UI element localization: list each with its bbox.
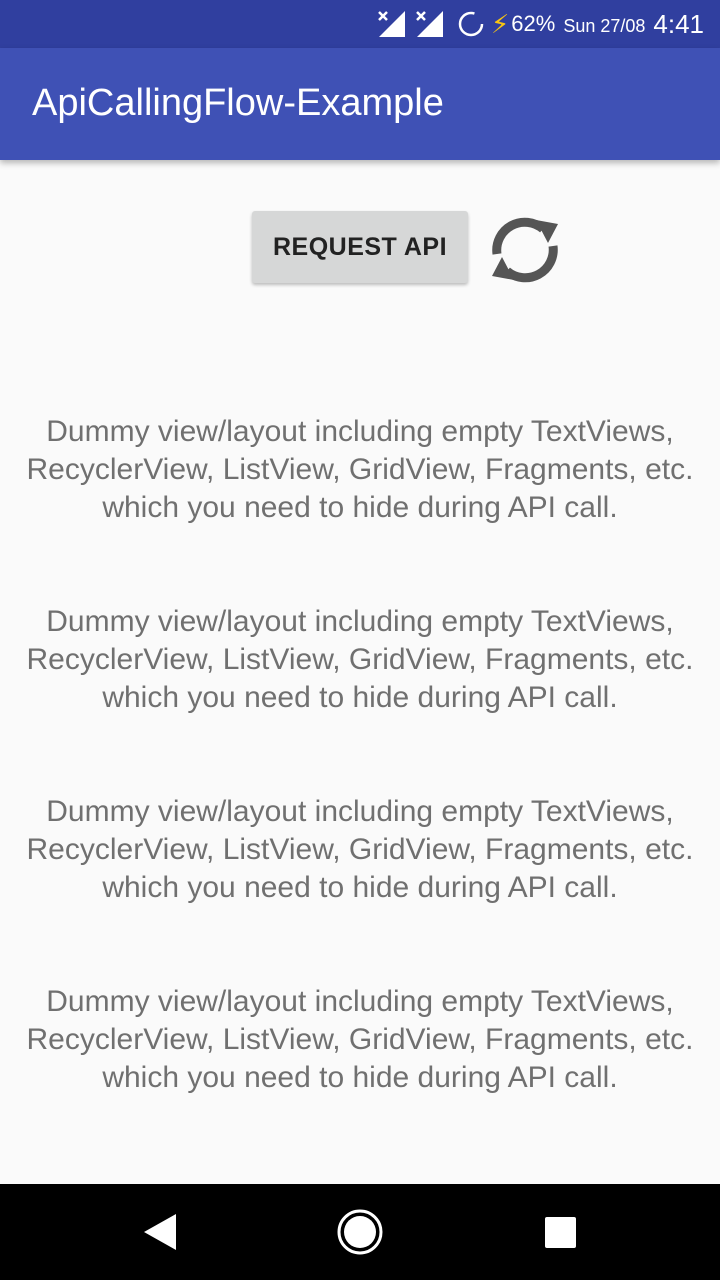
navigation-bar (0, 1184, 720, 1280)
request-api-button[interactable]: REQUEST API (252, 211, 468, 283)
status-bar: ⚡ 62% Sun 27/08 4:41 (0, 0, 720, 48)
back-icon[interactable] (140, 1212, 180, 1252)
refresh-icon[interactable] (486, 212, 564, 288)
status-icons: ⚡ 62% Sun 27/08 4:41 (377, 0, 704, 48)
sync-icon (458, 11, 484, 37)
dummy-text-1: Dummy view/layout including empty TextVi… (26, 415, 694, 524)
dummy-text-2: Dummy view/layout including empty TextVi… (26, 605, 694, 714)
app-bar: ApiCallingFlow-Example (0, 48, 720, 160)
charging-icon: ⚡ (491, 9, 510, 39)
dummy-text-4: Dummy view/layout including empty TextVi… (26, 985, 694, 1094)
dummy-text-3: Dummy view/layout including empty TextVi… (26, 795, 694, 904)
battery-percentage: 62% (511, 11, 556, 36)
signal-icon (416, 11, 443, 37)
home-icon[interactable] (336, 1208, 384, 1256)
status-date: Sun 27/08 (563, 15, 646, 36)
signal-icon (378, 11, 405, 37)
app-title: ApiCallingFlow-Example (32, 82, 444, 124)
status-time: 4:41 (653, 8, 704, 39)
recents-icon[interactable] (545, 1217, 576, 1248)
main-content: REQUEST API Dummy view/layout including … (0, 160, 720, 1184)
